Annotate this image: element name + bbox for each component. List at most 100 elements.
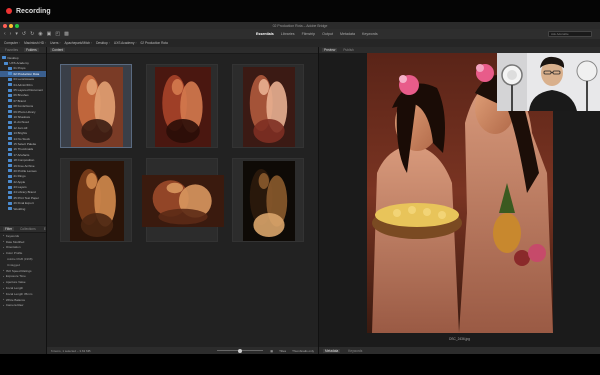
workspace-switcher: Essentials Libraries Filmstrip Output Me… [256,29,378,39]
crumb-drive[interactable]: Macintosh HD › [24,41,46,45]
chevron-right-icon[interactable]: ▸ [3,246,4,249]
search-input[interactable]: Ask Adorable [548,31,592,37]
folder-icon [8,110,12,114]
filter-list: ▸ Keywords ▸ Date Modified ▸ Orientation ▸ Colo… [0,233,46,308]
folder-label: 13 Brights [13,131,28,136]
filter-label: Focal Length [5,286,24,291]
refine-icon[interactable]: ▣ [47,31,52,37]
crumb-academy[interactable]: UXS Academy › [114,41,137,45]
tab-folders[interactable]: Folders [24,48,39,52]
crumb-desktop[interactable]: Desktop › [96,41,110,45]
folder-label: Wedding [13,206,26,211]
folder-icon [8,88,12,92]
folder-icon [8,164,12,167]
thumbnail-cell[interactable] [232,158,304,242]
filter-label: Adobe RGB (1998) [7,257,33,262]
folder-label: 17 Artefacts [13,152,30,157]
tab-filter[interactable]: Filter [3,227,15,231]
tab-content[interactable]: Content [50,48,66,52]
preview-footer: Metadata Keywords [319,347,600,354]
folder-icon [4,61,8,65]
chevron-right-icon[interactable]: ▸ [3,281,4,284]
folder-icon [8,174,12,178]
folders-tabrow: Favorites Folders [0,47,46,54]
thumbnail-cell[interactable] [142,158,224,242]
thumbnail-cell[interactable] [60,158,132,242]
chevron-right-icon[interactable]: ▸ [3,275,4,278]
chevron-right-icon[interactable]: ▸ [3,252,4,255]
folder-icon [8,201,12,205]
folder-label: 18 Composition [13,158,35,163]
forward-icon[interactable]: › [10,31,12,37]
chevron-right-icon[interactable]: ▸ [3,269,4,272]
thumbnail-cell[interactable] [60,64,132,148]
chevron-right-icon[interactable]: ▸ [3,292,4,295]
folder-label: 16 Thumbnails [13,147,34,152]
workspace-libraries[interactable]: Libraries [281,32,295,36]
trash-icon[interactable]: ▩ [64,31,69,37]
folder-item[interactable]: Wedding [0,206,46,211]
chevron-right-icon[interactable]: ▸ [3,234,4,237]
workspace-filmstrip[interactable]: Filmstrip [302,32,316,36]
crumb-computer[interactable]: Computer › [4,41,20,45]
filter-label: Camera Raw [5,303,24,308]
thumbnail-cell[interactable] [146,64,218,148]
folder-icon [8,120,12,124]
content-footer: 6 items, 1 selected – 3.63 MB ▦ Titles T… [47,347,318,354]
folder-label: 23 Layers [13,185,27,190]
tab-favorites[interactable]: Favorites [3,48,20,52]
folder-label: Desktop [7,55,19,60]
workspace-keywords[interactable]: Keywords [362,32,378,36]
camera-icon[interactable]: ◉ [38,31,42,37]
folder-icon [8,137,12,141]
workspace-output[interactable]: Output [322,32,333,36]
toolbar: ‹ › ▾ ↺ ↻ ◉ ▣ ◰ ▩ Essentials Libraries F… [0,29,600,39]
thumb-dancers-red [155,67,211,147]
tab-collections[interactable]: Collections [18,227,38,231]
folder-icon [8,104,12,108]
folder-icon [8,185,12,189]
slider-knob[interactable] [238,348,242,353]
folder-label: 11 Archived [13,120,29,125]
filter-label: White Balance [5,297,26,302]
crumb-user[interactable]: Apachepark/Mitch › [65,41,93,45]
open-recent-icon[interactable]: ◰ [55,31,60,37]
recent-folder-icon[interactable]: ▾ [15,31,18,37]
crumb-current-folder[interactable]: 02 Production Rota [141,41,168,45]
minimize-window-icon[interactable] [9,23,13,28]
folder-icon [8,83,12,87]
filter-label: Orientation [5,245,21,250]
folder-label: 09 Photo Library [13,109,36,114]
zoom-window-icon[interactable] [15,23,19,28]
folder-icon [8,66,12,70]
title-bar: 02 Production Rota – Adobe Bridge [0,22,600,29]
folder-label: UXS Academy [9,61,29,66]
folder-icon [8,115,12,119]
rotate-left-icon[interactable]: ↺ [22,31,26,37]
close-window-icon[interactable] [3,23,7,28]
chevron-right-icon[interactable]: ▸ [3,287,4,290]
thumbnail-cell[interactable] [232,64,304,148]
folder-label: 14 No Stock [13,136,30,141]
titles-toggle[interactable]: Titles [279,349,286,353]
workspace-essentials[interactable]: Essentials [256,32,274,36]
crumb-users[interactable]: Users › [50,41,60,45]
chevron-right-icon[interactable]: ▸ [3,304,4,307]
tab-metadata[interactable]: Metadata [323,348,341,353]
folder-label: 15 Select Palette [13,141,37,146]
grid-icon[interactable]: ▦ [270,349,273,353]
folder-label: 01 Props [13,66,26,71]
tab-keywords[interactable]: Keywords [346,349,364,353]
chevron-right-icon[interactable]: ▸ [3,240,4,243]
chevron-right-icon[interactable]: ▸ [3,298,4,301]
folder-icon [8,99,12,103]
filter-label: Exposure Time [5,274,26,279]
thumbnails-only-toggle[interactable]: Thumbnails only [292,349,314,353]
workspace-metadata[interactable]: Metadata [340,32,355,36]
tab-publish[interactable]: Publish [341,48,355,52]
filter-category[interactable]: ▸ Camera Raw [0,303,46,309]
rotate-right-icon[interactable]: ↻ [30,31,34,37]
back-icon[interactable]: ‹ [4,31,6,37]
filter-label: Focal Length 35mm [5,291,33,296]
tab-preview[interactable]: Preview [322,48,338,52]
